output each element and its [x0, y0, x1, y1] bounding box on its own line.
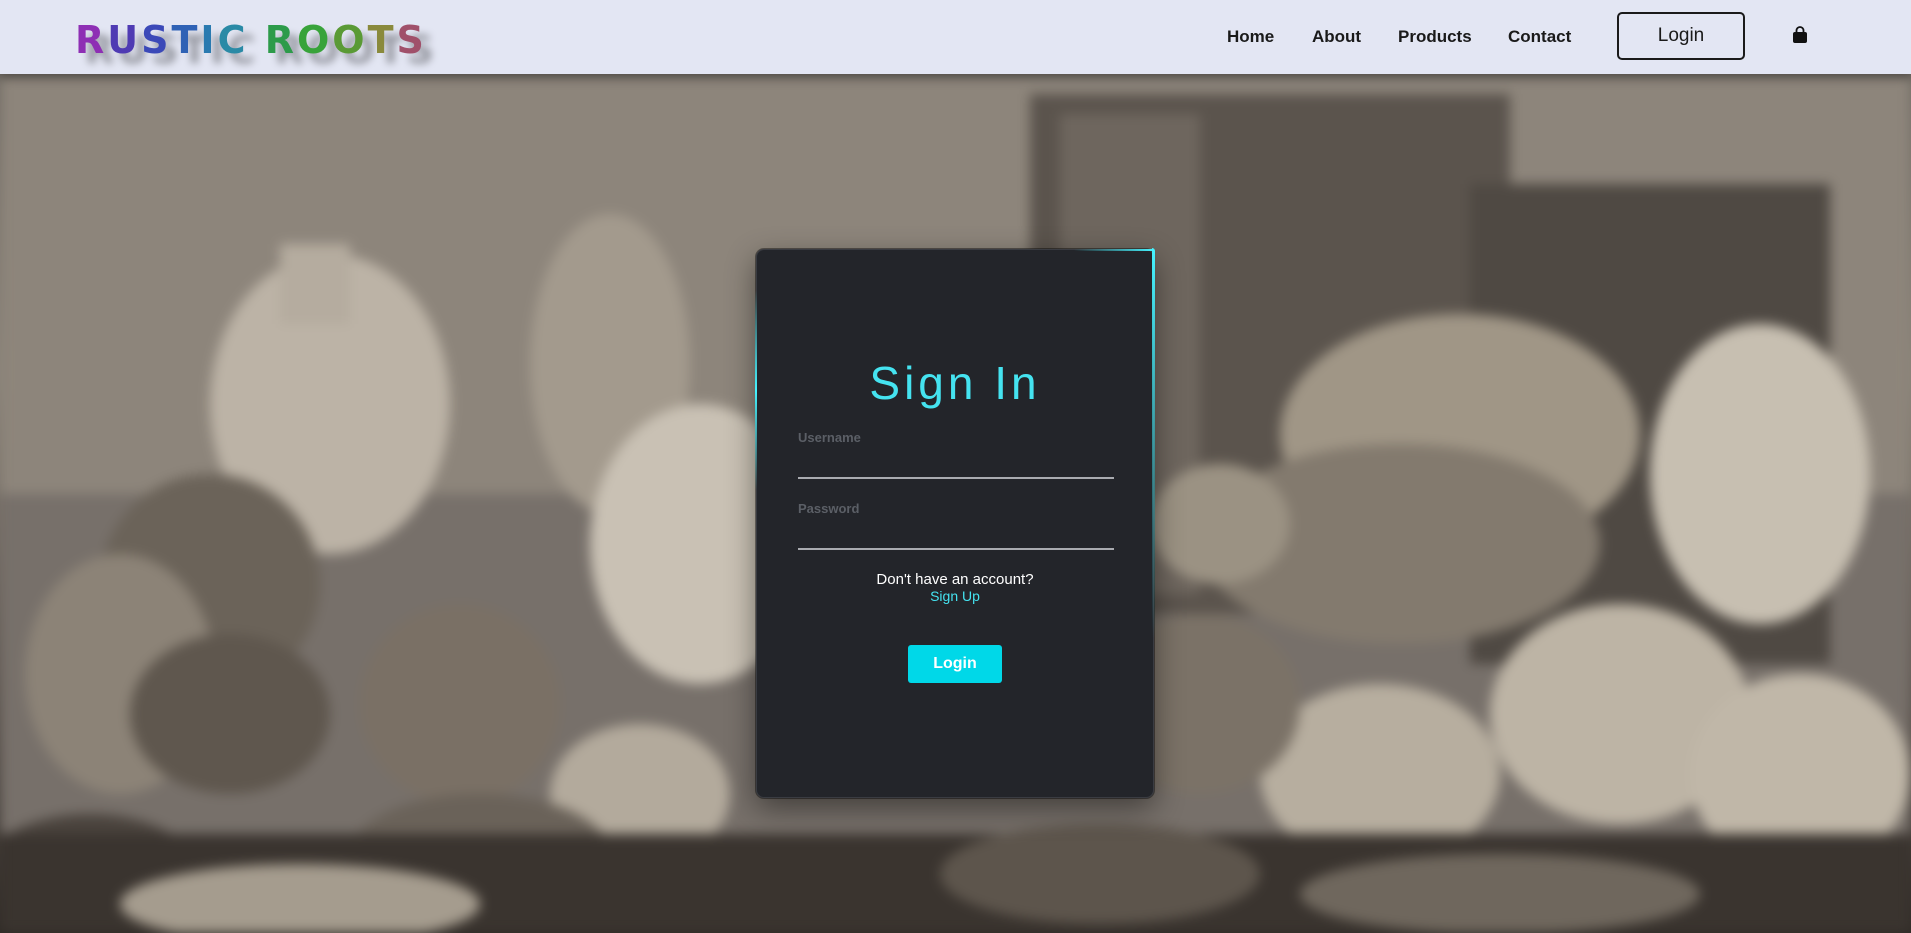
logo-letter: U — [107, 18, 142, 62]
header-login-button[interactable]: Login — [1617, 12, 1745, 60]
signin-card: Sign In Username Password Don't have an … — [755, 248, 1155, 798]
password-label: Password — [798, 501, 860, 516]
password-underline — [798, 548, 1114, 550]
logo-letter: T — [367, 18, 397, 62]
logo-letter: R — [264, 18, 297, 62]
logo-letter: O — [296, 18, 333, 62]
shopping-bag-icon[interactable] — [1792, 26, 1808, 44]
signup-link[interactable]: Sign Up — [757, 588, 1153, 604]
logo-letter: I — [200, 18, 218, 62]
login-button[interactable]: Login — [908, 645, 1002, 683]
logo-letter: C — [217, 18, 249, 62]
username-label: Username — [798, 430, 861, 445]
password-input[interactable] — [798, 521, 1114, 545]
logo-space — [248, 18, 264, 62]
logo-letter: S — [396, 18, 427, 62]
logo-letter: R — [75, 18, 108, 62]
brand-logo[interactable]: RUSTIC ROOTS — [75, 18, 427, 62]
logo-letter: O — [332, 18, 368, 62]
nav-contact-link[interactable]: Contact — [1508, 27, 1571, 47]
logo-letter: T — [171, 18, 201, 62]
logo-letter: S — [141, 18, 172, 62]
signin-title: Sign In — [869, 357, 1041, 409]
no-account-text: Don't have an account? — [876, 571, 1034, 588]
card-accent — [1074, 249, 1154, 251]
username-input[interactable] — [798, 450, 1114, 474]
nav-about-link[interactable]: About — [1312, 27, 1361, 47]
nav-products-link[interactable]: Products — [1398, 27, 1472, 47]
username-underline — [798, 477, 1114, 479]
site-header: RUSTIC ROOTS Home About Products Contact… — [0, 0, 1911, 74]
nav-home-link[interactable]: Home — [1227, 27, 1274, 47]
